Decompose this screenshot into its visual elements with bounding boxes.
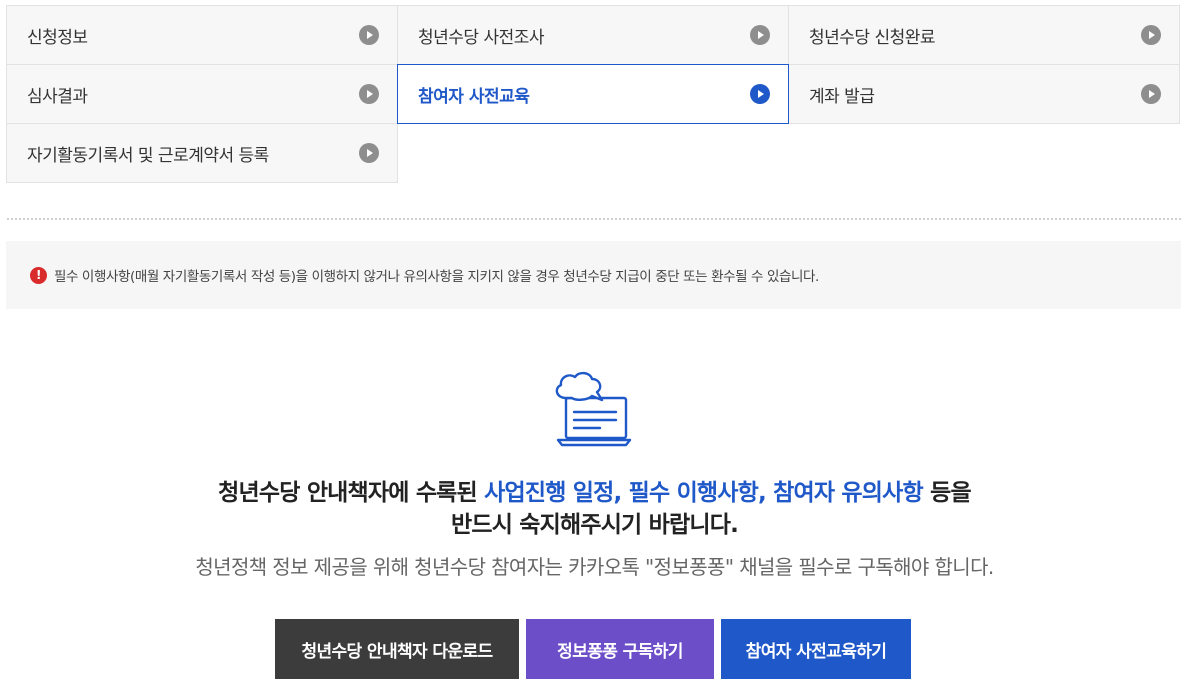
menu-item-account-issue[interactable]: 계좌 발급	[788, 64, 1180, 124]
menu-item-pre-education[interactable]: 참여자 사전교육	[397, 64, 789, 124]
headline-highlight: 사업진행 일정, 필수 이행사항, 참여자 유의사항	[484, 480, 924, 506]
chat-laptop-icon	[555, 371, 632, 447]
menu-item-label: 자기활동기록서 및 근로계약서 등록	[27, 145, 269, 166]
menu-item-label: 청년수당 사전조사	[418, 27, 545, 48]
menu-item-application-info[interactable]: 신청정보	[6, 5, 398, 65]
menu-item-label: 심사결과	[27, 86, 88, 107]
play-arrow-icon	[359, 143, 379, 163]
hero-headline: 청년수당 안내책자에 수록된 사업진행 일정, 필수 이행사항, 참여자 유의사…	[0, 476, 1189, 510]
menu-item-application-complete[interactable]: 청년수당 신청완료	[788, 5, 1180, 65]
menu-item-pre-survey[interactable]: 청년수당 사전조사	[397, 5, 789, 65]
menu-item-label: 참여자 사전교육	[418, 86, 530, 107]
play-arrow-icon	[359, 25, 379, 45]
play-arrow-icon	[1141, 84, 1161, 104]
action-buttons: 청년수당 안내책자 다운로드 정보퐁퐁 구독하기 참여자 사전교육하기	[0, 619, 1189, 679]
subscribe-channel-button[interactable]: 정보퐁퐁 구독하기	[526, 619, 714, 679]
step-menu: 신청정보 청년수당 사전조사 청년수당 신청완료 심사결과 참여자 사전교육 계…	[6, 5, 1181, 183]
menu-item-review-result[interactable]: 심사결과	[6, 64, 398, 124]
menu-item-label: 청년수당 신청완료	[809, 27, 936, 48]
hero-headline-line2: 반드시 숙지해주시기 바랍니다.	[450, 512, 739, 538]
start-education-button[interactable]: 참여자 사전교육하기	[721, 619, 911, 679]
notice-text: 필수 이행사항(매월 자기활동기록서 작성 등)을 이행하지 않거나 유의사항을…	[54, 269, 819, 285]
notice-banner: ! 필수 이행사항(매월 자기활동기록서 작성 등)을 이행하지 않거나 유의사…	[6, 241, 1181, 309]
warning-icon: !	[30, 266, 47, 284]
menu-item-activity-record[interactable]: 자기활동기록서 및 근로계약서 등록	[6, 123, 398, 183]
download-guide-button[interactable]: 청년수당 안내책자 다운로드	[275, 619, 519, 679]
play-arrow-icon	[359, 84, 379, 104]
menu-item-label: 신청정보	[27, 27, 88, 48]
menu-item-label: 계좌 발급	[809, 86, 875, 107]
dotted-divider	[6, 216, 1181, 222]
hero-subtext: 청년정책 정보 제공을 위해 청년수당 참여자는 카카오톡 "정보퐁퐁" 채널을…	[195, 555, 994, 579]
play-arrow-icon	[750, 84, 770, 104]
play-arrow-icon	[750, 25, 770, 45]
headline-suffix: 등을	[922, 480, 972, 506]
headline-prefix: 청년수당 안내책자에 수록된	[218, 480, 485, 506]
play-arrow-icon	[1141, 25, 1161, 45]
